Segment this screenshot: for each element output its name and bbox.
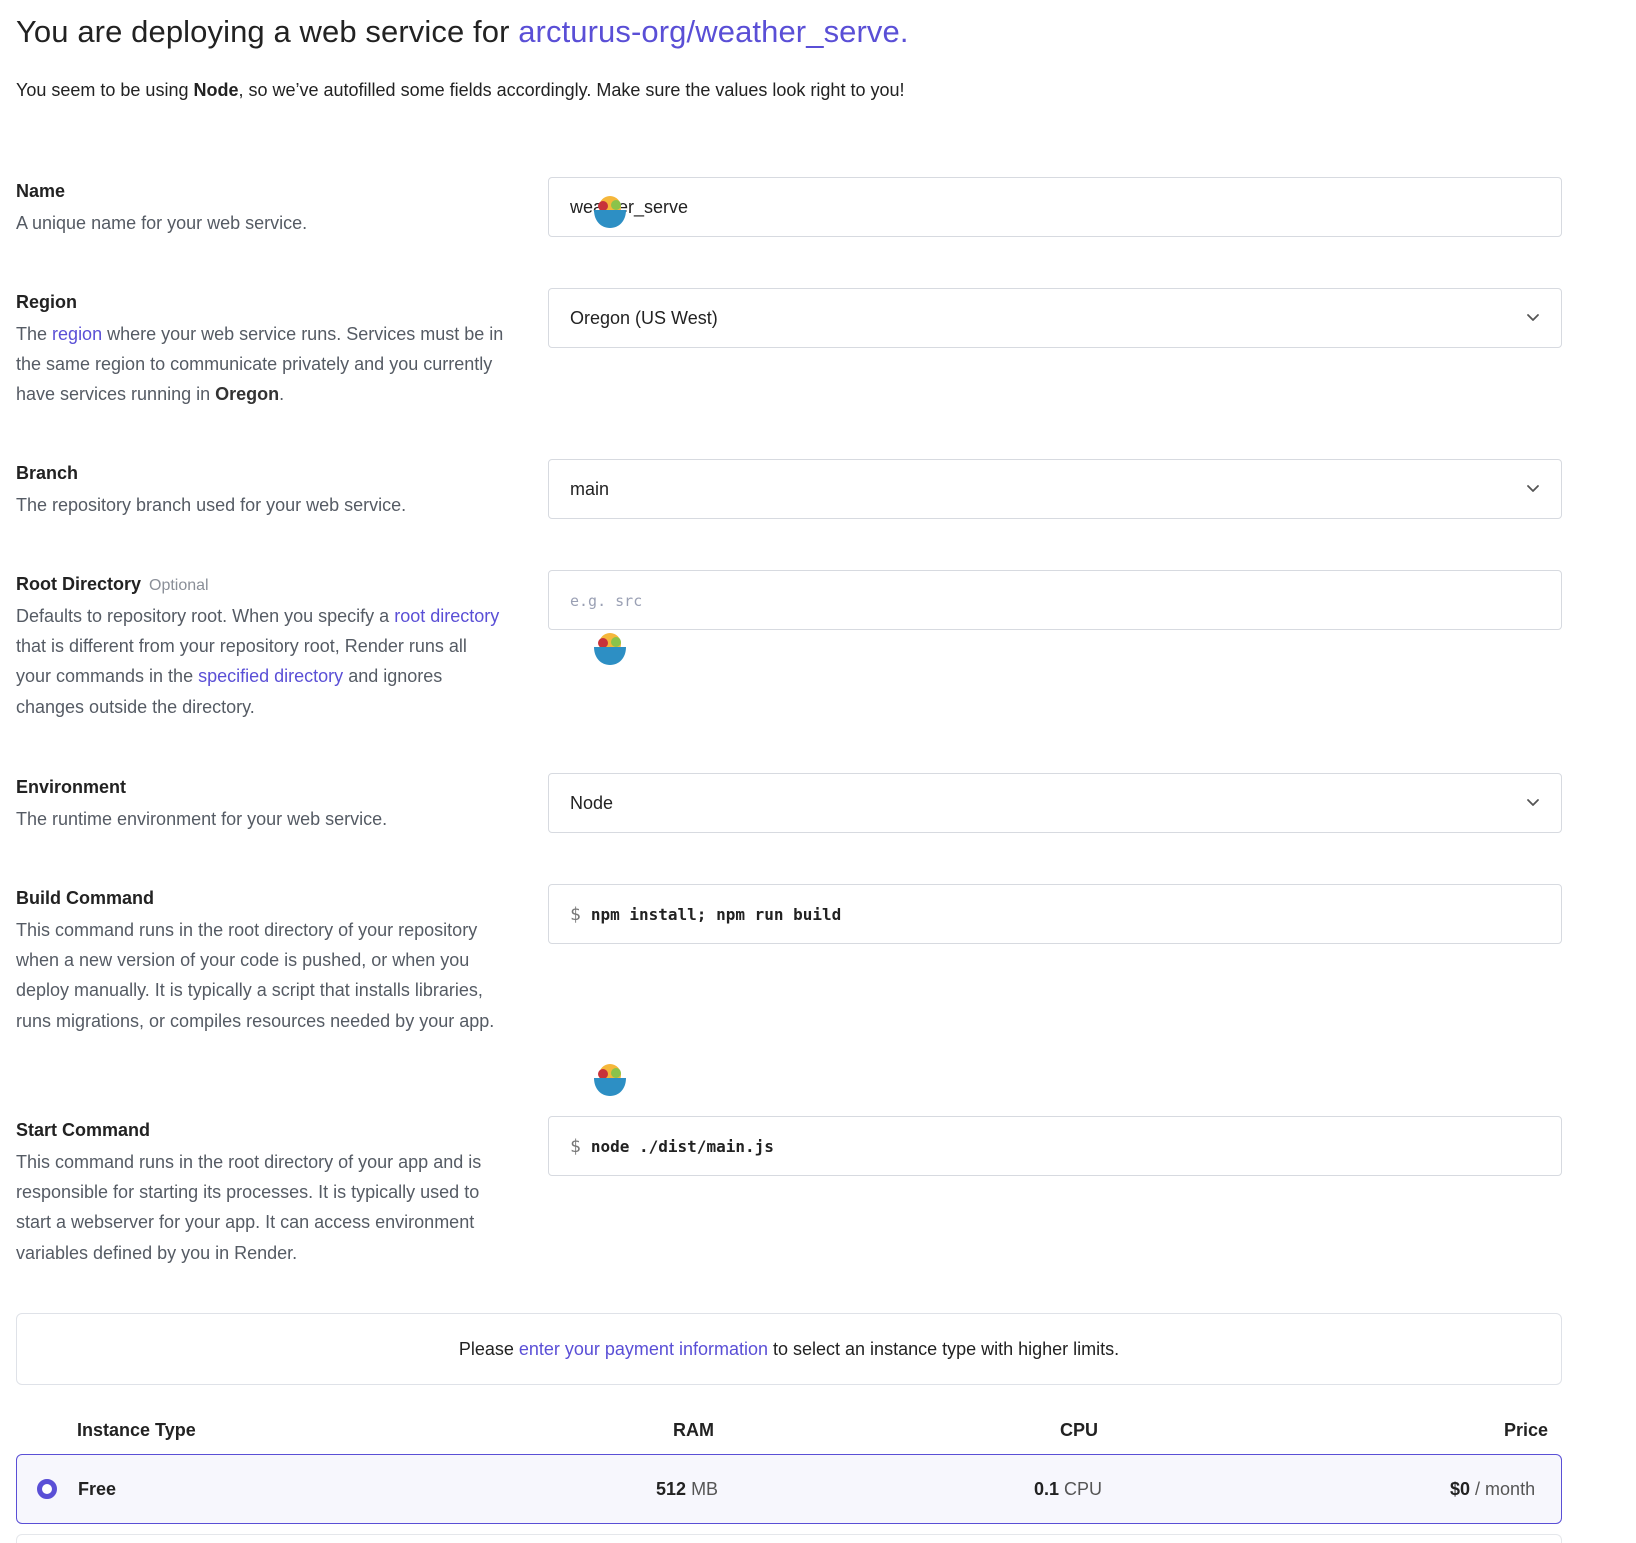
region-select[interactable]: Oregon (US West) (548, 288, 1562, 348)
root-directory-input[interactable] (570, 571, 1561, 629)
start-command-desc: This command runs in the root directory … (16, 1152, 482, 1263)
cpu-unit: CPU (1064, 1479, 1103, 1499)
build-command-field[interactable]: $ (548, 884, 1562, 944)
header-ram: RAM (673, 1420, 714, 1440)
optional-tag: Optional (149, 577, 209, 594)
name-label: Name (16, 181, 66, 201)
region-value: Oregon (US West) (570, 307, 718, 328)
instance-type-value: Free (78, 1479, 117, 1499)
region-desc-end: . (279, 384, 285, 405)
root-directory-link[interactable]: root directory (394, 606, 499, 626)
root-directory-title: Root Directory (16, 574, 142, 594)
header-cpu: CPU (1060, 1420, 1099, 1440)
root-directory-field[interactable] (548, 570, 1562, 630)
environment-label: Environment (16, 777, 127, 797)
instance-cpu: 0.1 CPU (1034, 1479, 1102, 1500)
payment-info-link[interactable]: enter your payment information (519, 1339, 768, 1360)
build-command-label: Build Command (16, 888, 154, 908)
root-directory-desc: Defaults to repository root. When you sp… (16, 601, 506, 722)
ram-unit: MB (691, 1479, 719, 1499)
repo-link[interactable]: arcturus-org/weather_serve. (518, 14, 908, 49)
bowl-icon (594, 1064, 626, 1096)
environment-select[interactable]: Node (548, 773, 1562, 833)
start-command-input[interactable] (590, 1117, 1561, 1175)
price-value: $0 (1450, 1479, 1471, 1499)
name-field[interactable] (548, 177, 1562, 237)
payment-notice: Please enter your payment information to… (16, 1313, 1562, 1385)
environment-desc: The runtime environment for your web ser… (16, 809, 388, 829)
name-input[interactable] (570, 178, 1561, 236)
header-instance-type: Instance Type (77, 1420, 196, 1440)
radio-selected-icon[interactable] (37, 1479, 57, 1499)
chevron-down-icon (1527, 799, 1539, 806)
build-command-input[interactable] (590, 885, 1561, 943)
instance-row-next[interactable] (16, 1534, 1562, 1543)
instance-price: $0 / month (1450, 1479, 1535, 1500)
intro-text: You seem to be using Node, so we’ve auto… (16, 80, 904, 101)
environment-value: Node (570, 792, 614, 813)
bowl-icon (594, 633, 626, 665)
instance-row-free[interactable]: Free 512 MB 0.1 CPU $0 / month (16, 1454, 1562, 1524)
intro-prefix: You seem to be using (16, 80, 189, 100)
root-desc-1: Defaults to repository root. When you sp… (16, 606, 390, 626)
instance-ram: 512 MB (656, 1479, 718, 1500)
branch-desc: The repository branch used for your web … (16, 495, 407, 515)
notice-prefix: Please (458, 1338, 514, 1359)
prompt-symbol: $ (570, 1135, 581, 1157)
intro-env: Node (193, 80, 239, 100)
region-label: Region (16, 292, 77, 312)
start-command-field[interactable]: $ (548, 1116, 1562, 1176)
chevron-down-icon (1527, 485, 1539, 492)
specified-directory-link[interactable]: specified directory (198, 666, 343, 686)
branch-value: main (570, 478, 610, 499)
instance-type: Free (78, 1479, 116, 1500)
intro-suffix: , so we’ve autofilled some fields accord… (238, 80, 905, 100)
start-command-label: Start Command (16, 1120, 151, 1140)
root-directory-label: Root Directory Optional (16, 574, 209, 595)
ram-value: 512 (656, 1479, 687, 1499)
prompt-symbol: $ (570, 903, 581, 925)
name-desc: A unique name for your web service. (16, 213, 308, 233)
page-title: You are deploying a web service for arct… (16, 14, 909, 50)
region-desc: The region where your web service runs. … (16, 319, 506, 410)
title-prefix: You are deploying a web service for (16, 14, 510, 49)
region-desc-1: The (16, 324, 48, 344)
region-current: Oregon (215, 384, 280, 405)
branch-select[interactable]: main (548, 459, 1562, 519)
price-unit: / month (1475, 1479, 1536, 1499)
region-link[interactable]: region (52, 324, 102, 344)
branch-label: Branch (16, 463, 79, 483)
cpu-value: 0.1 (1034, 1479, 1060, 1499)
bowl-icon (594, 196, 626, 228)
notice-suffix: to select an instance type with higher l… (773, 1338, 1120, 1359)
chevron-down-icon (1527, 314, 1539, 321)
build-command-desc: This command runs in the root directory … (16, 920, 495, 1031)
header-price: Price (1504, 1420, 1549, 1440)
